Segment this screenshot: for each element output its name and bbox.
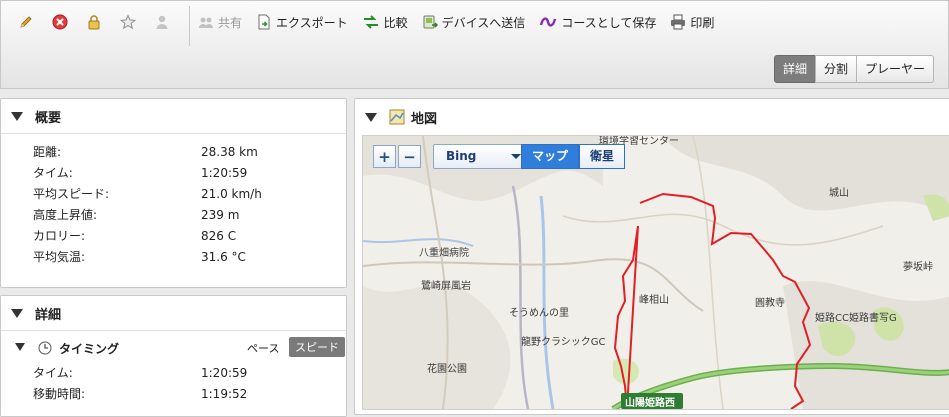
overview-title: 概要 <box>35 110 62 126</box>
pencil-icon[interactable] <box>9 12 43 32</box>
row-value: 239 m <box>201 208 240 222</box>
course-icon <box>540 17 557 27</box>
send-to-device-button[interactable]: デバイスへ送信 <box>422 12 526 32</box>
send-to-device-icon <box>423 15 438 29</box>
send-to-device-label: デバイスへ送信 <box>441 15 526 30</box>
timing-row: 移動時間: 1:19:52 <box>1 384 346 405</box>
row-value: 21.0 km/h <box>201 187 262 201</box>
overview-row: タイム: 1:20:59 <box>1 163 346 184</box>
map-label: 峰相山 <box>639 295 669 306</box>
collapse-triangle-icon <box>11 111 23 121</box>
overview-row: 平均気温: 31.6 °C <box>1 247 346 268</box>
view-mode-tabs: 詳細 分割 プレーヤー <box>773 55 934 83</box>
clock-icon <box>38 341 52 355</box>
overview-panel: 概要 距離: 28.38 km タイム: 1:20:59 平均スピード: 21.0 k… <box>0 98 347 288</box>
toolbar: 共有 エクスポート 比較 デバイスへ送信 コースとして保存 印刷 詳細 分割 プ… <box>0 0 949 89</box>
tab-split[interactable]: 分割 <box>814 55 857 83</box>
pace-toggle[interactable]: ペース <box>247 340 279 356</box>
row-label: タイム: <box>33 166 73 180</box>
printer-icon <box>671 14 686 30</box>
tab-player[interactable]: プレーヤー <box>855 55 934 83</box>
map-provider-select[interactable]: Bing <box>433 144 532 169</box>
delete-icon[interactable] <box>43 12 77 32</box>
save-as-course-label: コースとして保存 <box>561 15 657 30</box>
overview-row: カロリー: 826 C <box>1 226 346 247</box>
star-icon[interactable] <box>111 12 145 32</box>
map-provider-label: Bing <box>446 149 477 163</box>
row-label: カロリー: <box>33 229 86 243</box>
row-label: タイム: <box>33 366 73 380</box>
map-label: 龍野クラシックGC <box>521 337 606 348</box>
zoom-controls: + − <box>373 145 421 168</box>
chevron-down-icon <box>511 154 521 159</box>
compare-label: 比較 <box>383 15 408 30</box>
share-button[interactable]: 共有 <box>198 12 242 32</box>
row-value: 826 C <box>201 229 237 243</box>
timing-row: タイム: 1:20:59 <box>1 363 346 384</box>
map-icon <box>389 109 405 125</box>
row-label: 移動時間: <box>33 387 86 401</box>
share-icon <box>199 17 213 28</box>
zoom-in-button[interactable]: + <box>373 145 396 168</box>
zoom-out-button[interactable]: − <box>398 145 421 168</box>
row-value: 31.6 °C <box>201 250 246 264</box>
lock-icon[interactable] <box>77 12 111 32</box>
map-canvas[interactable]: 環境学習センター 城山 八重畑病院 鷺崎屏風岩 そうめんの里 峰相山 圓教寺 姫… <box>362 135 949 410</box>
details-panel: 詳細 タイミング ペース スピード タイム: 1:20:59 移動時間: 1:19:… <box>0 295 347 417</box>
map-panel: 地図 環境学習センター 城山 八重畑病院 鷺崎屏風岩 そうめんの里 峰相山 圓教… <box>354 98 949 415</box>
map-label: 城山 <box>829 188 849 199</box>
map-label: 圓教寺 <box>755 298 785 309</box>
collapse-triangle-icon <box>11 308 23 318</box>
overview-list: 距離: 28.38 km タイム: 1:20:59 平均スピード: 21.0 km/h… <box>1 134 346 268</box>
row-value: 1:20:59 <box>201 166 248 180</box>
toolbar-divider <box>189 6 190 46</box>
export-button[interactable]: エクスポート <box>256 12 348 32</box>
share-label: 共有 <box>218 15 243 30</box>
map-label: 花園公園 <box>427 364 467 375</box>
map-label: そうめんの里 <box>509 308 569 319</box>
tab-details[interactable]: 詳細 <box>773 55 816 83</box>
save-as-course-button[interactable]: コースとして保存 <box>539 12 656 32</box>
overview-row: 距離: 28.38 km <box>1 142 346 163</box>
map-label: 姫路CC姫路書写G <box>815 313 897 324</box>
row-value: 1:20:59 <box>201 366 248 380</box>
collapse-triangle-icon <box>365 112 377 122</box>
overview-header[interactable]: 概要 <box>1 99 346 134</box>
map-type-toggle: マップ 衛星 <box>521 144 626 169</box>
speed-toggle[interactable]: スピード <box>289 337 345 357</box>
compare-icon <box>363 15 378 29</box>
compare-button[interactable]: 比較 <box>362 12 408 32</box>
overview-row: 高度上昇値: 239 m <box>1 205 346 226</box>
export-icon <box>258 14 270 30</box>
map-type-satellite-button[interactable]: 衛星 <box>579 144 626 169</box>
overview-row: 平均スピード: 21.0 km/h <box>1 184 346 205</box>
row-label: 高度上昇値: <box>33 208 98 222</box>
export-label: エクスポート <box>276 15 348 30</box>
map-label: 鷺崎屏風岩 <box>421 281 471 292</box>
row-label: 平均気温: <box>33 250 86 264</box>
map-header[interactable]: 地図 <box>355 99 949 135</box>
details-header[interactable]: 詳細 <box>1 296 346 331</box>
map-type-map-button[interactable]: マップ <box>521 144 580 169</box>
map-title: 地図 <box>411 111 438 127</box>
row-value: 28.38 km <box>201 145 258 159</box>
map-label: 八重畑病院 <box>419 248 469 259</box>
map-label: 夢坂峠 <box>903 262 933 273</box>
row-value: 1:19:52 <box>201 387 248 401</box>
person-icon[interactable] <box>145 12 179 32</box>
collapse-triangle-icon <box>15 343 25 351</box>
print-button[interactable]: 印刷 <box>670 12 714 32</box>
timing-title: タイミング <box>59 342 120 356</box>
toolbar-row: 共有 エクスポート 比較 デバイスへ送信 コースとして保存 印刷 <box>9 6 728 46</box>
row-label: 平均スピード: <box>33 187 110 201</box>
print-label: 印刷 <box>690 15 715 30</box>
row-label: 距離: <box>33 145 62 159</box>
timing-header[interactable]: タイミング ペース スピード <box>1 331 346 363</box>
details-title: 詳細 <box>35 307 62 323</box>
